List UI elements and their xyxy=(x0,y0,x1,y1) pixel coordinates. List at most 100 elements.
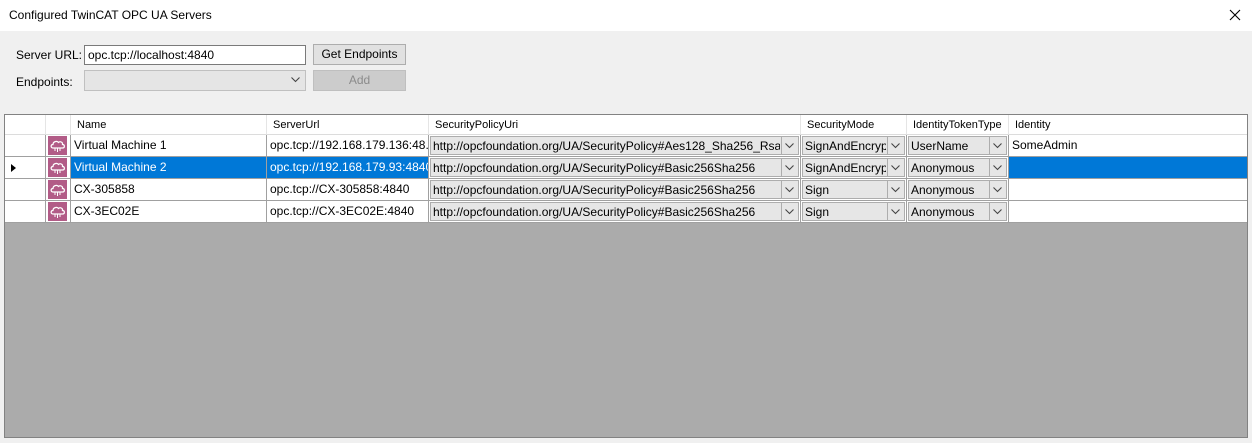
cell-identity[interactable] xyxy=(1009,201,1247,223)
securitymode-dropdown-button[interactable] xyxy=(887,137,904,154)
cell-identity[interactable]: SomeAdmin xyxy=(1009,135,1247,157)
securitypolicy-dropdown-button[interactable] xyxy=(781,181,798,198)
server-icon-cell xyxy=(46,157,71,179)
cell-name[interactable]: Virtual Machine 2 xyxy=(71,157,267,179)
cell-name[interactable]: Virtual Machine 1 xyxy=(71,135,267,157)
row-header-corner xyxy=(5,115,46,135)
row-header[interactable] xyxy=(5,157,46,179)
window-title: Configured TwinCAT OPC UA Servers xyxy=(9,8,212,22)
chevron-down-icon xyxy=(891,209,900,215)
securitymode-combobox[interactable]: Sign xyxy=(802,202,905,221)
securitypolicy-value: http://opcfoundation.org/UA/SecurityPoli… xyxy=(433,205,756,219)
chevron-down-icon xyxy=(993,187,1002,193)
server-url-label: Server URL: xyxy=(16,48,83,62)
securitymode-combobox[interactable]: SignAndEncrypt xyxy=(802,158,905,177)
securitypolicy-combobox[interactable]: http://opcfoundation.org/UA/SecurityPoli… xyxy=(430,202,799,221)
cell-name[interactable]: CX-305858 xyxy=(71,179,267,201)
identitytokentype-dropdown-button[interactable] xyxy=(989,137,1006,154)
server-icon-box xyxy=(48,180,67,199)
identitytokentype-combobox[interactable]: Anonymous xyxy=(908,202,1007,221)
grid-header: Name ServerUrl SecurityPolicyUri Securit… xyxy=(5,115,1247,135)
identitytokentype-value: Anonymous xyxy=(911,161,975,175)
column-header-serverurl[interactable]: ServerUrl xyxy=(267,115,429,135)
title-bar: Configured TwinCAT OPC UA Servers xyxy=(0,0,1252,32)
cell-serverurl[interactable]: opc.tcp://CX-305858:4840 xyxy=(267,179,429,201)
cell-identitytokentype[interactable]: Anonymous xyxy=(907,157,1009,179)
identitytokentype-dropdown-button[interactable] xyxy=(989,159,1006,176)
close-button[interactable] xyxy=(1218,0,1252,31)
table-row[interactable]: Virtual Machine 1 opc.tcp://192.168.179.1… xyxy=(5,135,1247,157)
cell-identity[interactable] xyxy=(1009,157,1247,179)
chevron-down-icon xyxy=(785,165,794,171)
securitypolicy-value: http://opcfoundation.org/UA/SecurityPoli… xyxy=(433,161,756,175)
cell-identity[interactable] xyxy=(1009,179,1247,201)
identitytokentype-combobox[interactable]: Anonymous xyxy=(908,180,1007,199)
cell-securitypolicyuri[interactable]: http://opcfoundation.org/UA/SecurityPoli… xyxy=(429,201,801,223)
identitytokentype-combobox[interactable]: UserName xyxy=(908,136,1007,155)
securitymode-value: Sign xyxy=(805,205,830,219)
securitymode-dropdown-button[interactable] xyxy=(887,181,904,198)
cell-securitypolicyuri[interactable]: http://opcfoundation.org/UA/SecurityPoli… xyxy=(429,157,801,179)
row-pointer-icon xyxy=(11,164,16,172)
cell-securitypolicyuri[interactable]: http://opcfoundation.org/UA/SecurityPoli… xyxy=(429,179,801,201)
cloud-server-icon xyxy=(50,140,65,152)
securitymode-combobox[interactable]: Sign xyxy=(802,180,905,199)
cell-serverurl[interactable]: opc.tcp://CX-3EC02E:4840 xyxy=(267,201,429,223)
securitypolicy-combobox[interactable]: http://opcfoundation.org/UA/SecurityPoli… xyxy=(430,136,799,155)
securitymode-combobox[interactable]: SignAndEncrypt xyxy=(802,136,905,155)
securitypolicy-dropdown-button[interactable] xyxy=(781,203,798,220)
server-url-input[interactable]: opc.tcp://localhost:4840 xyxy=(84,45,306,65)
endpoints-label: Endpoints: xyxy=(16,75,73,89)
cell-serverurl[interactable]: opc.tcp://192.168.179.93:4840 xyxy=(267,157,429,179)
identitytokentype-combobox[interactable]: Anonymous xyxy=(908,158,1007,177)
add-button[interactable]: Add xyxy=(313,70,406,91)
table-row[interactable]: CX-3EC02E opc.tcp://CX-3EC02E:4840 http://… xyxy=(5,201,1247,223)
row-header[interactable] xyxy=(5,179,46,201)
securitypolicy-combobox[interactable]: http://opcfoundation.org/UA/SecurityPoli… xyxy=(430,158,799,177)
column-header-securitymode[interactable]: SecurityMode xyxy=(801,115,907,135)
cell-name[interactable]: CX-3EC02E xyxy=(71,201,267,223)
column-header-identitytokentype[interactable]: IdentityTokenType xyxy=(907,115,1009,135)
identitytokentype-value: Anonymous xyxy=(911,205,975,219)
column-header-identity[interactable]: Identity xyxy=(1009,115,1247,135)
securitymode-dropdown-button[interactable] xyxy=(887,203,904,220)
column-header-name[interactable]: Name xyxy=(71,115,267,135)
cell-securitymode[interactable]: SignAndEncrypt xyxy=(801,157,907,179)
chevron-down-icon xyxy=(785,143,794,149)
chevron-down-icon xyxy=(891,187,900,193)
chevron-down-icon xyxy=(785,209,794,215)
row-header[interactable] xyxy=(5,201,46,223)
server-icon-cell xyxy=(46,135,71,157)
securitypolicy-combobox[interactable]: http://opcfoundation.org/UA/SecurityPoli… xyxy=(430,180,799,199)
securitypolicy-value: http://opcfoundation.org/UA/SecurityPoli… xyxy=(433,139,780,153)
chevron-down-icon xyxy=(993,209,1002,215)
cell-securitymode[interactable]: SignAndEncrypt xyxy=(801,135,907,157)
chevron-down-icon xyxy=(993,165,1002,171)
cell-identitytokentype[interactable]: UserName xyxy=(907,135,1009,157)
cell-securitymode[interactable]: Sign xyxy=(801,201,907,223)
cell-identitytokentype[interactable]: Anonymous xyxy=(907,179,1009,201)
cell-serverurl[interactable]: opc.tcp://192.168.179.136:48... xyxy=(267,135,429,157)
get-endpoints-button[interactable]: Get Endpoints xyxy=(313,44,406,65)
identitytokentype-dropdown-button[interactable] xyxy=(989,203,1006,220)
endpoints-dropdown[interactable] xyxy=(84,70,306,91)
securitymode-dropdown-button[interactable] xyxy=(887,159,904,176)
column-header-securitypolicyuri[interactable]: SecurityPolicyUri xyxy=(429,115,801,135)
table-row[interactable]: Virtual Machine 2 opc.tcp://192.168.179.9… xyxy=(5,157,1247,179)
cell-securitymode[interactable]: Sign xyxy=(801,179,907,201)
cell-securitypolicyuri[interactable]: http://opcfoundation.org/UA/SecurityPoli… xyxy=(429,135,801,157)
cloud-server-icon xyxy=(50,184,65,196)
chevron-down-icon xyxy=(291,77,300,83)
chevron-down-icon xyxy=(891,143,900,149)
cell-identitytokentype[interactable]: Anonymous xyxy=(907,201,1009,223)
row-header[interactable] xyxy=(5,135,46,157)
icon-column-header xyxy=(46,115,71,135)
server-icon-box xyxy=(48,158,67,177)
table-row[interactable]: CX-305858 opc.tcp://CX-305858:4840 http://… xyxy=(5,179,1247,201)
identitytokentype-dropdown-button[interactable] xyxy=(989,181,1006,198)
securitypolicy-dropdown-button[interactable] xyxy=(781,137,798,154)
securitypolicy-dropdown-button[interactable] xyxy=(781,159,798,176)
server-url-value: opc.tcp://localhost:4840 xyxy=(88,48,215,62)
identitytokentype-value: UserName xyxy=(911,139,969,153)
server-icon-box xyxy=(48,136,67,155)
